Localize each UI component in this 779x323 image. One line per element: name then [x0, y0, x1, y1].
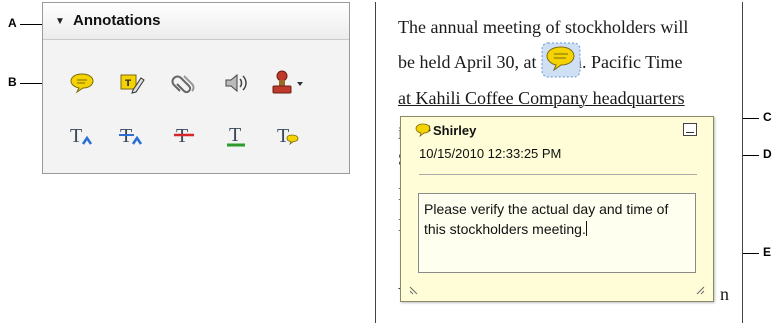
sticky-note-tool[interactable] [65, 68, 99, 98]
add-note-to-text-tool[interactable]: T [271, 120, 305, 150]
replace-text-tool[interactable]: T [115, 120, 149, 150]
svg-text:T: T [70, 125, 82, 147]
callout-c: C [763, 110, 772, 124]
doc-line-1: The annual meeting of stockholders will [398, 17, 689, 37]
replace-text-icon: T [119, 125, 143, 147]
strikethrough-icon: T [174, 125, 194, 147]
resize-grip-left-icon[interactable] [409, 285, 419, 295]
doc-line-3: at Kahili Coffee Company headquarters [398, 88, 685, 108]
panel-title: Annotations [73, 12, 161, 29]
underline-icon: T [227, 124, 245, 147]
minimize-button[interactable] [683, 123, 697, 136]
attach-file-icon [171, 75, 195, 94]
note-text-field[interactable]: Please verify the actual day and time of… [418, 193, 696, 273]
options-arrow-icon[interactable]: ↓ [427, 123, 432, 134]
text-edit-tool[interactable]: T [115, 68, 149, 98]
stamp-tool[interactable] [271, 68, 305, 98]
svg-text:T: T [277, 125, 289, 147]
strikethrough-tool[interactable]: T [167, 120, 201, 150]
text-caret [585, 221, 587, 236]
resize-grip-right-icon[interactable] [695, 285, 705, 295]
dropdown-arrow-icon [297, 82, 303, 86]
note-popup[interactable]: ↓ Shirley 10/15/2010 12:33:25 PM Please … [400, 116, 714, 302]
note-text: Please verify the actual day and time of… [424, 201, 669, 237]
callout-e: E [763, 245, 772, 259]
sticky-note-icon [70, 73, 94, 94]
note-datetime: 10/15/2010 12:33:25 PM [419, 146, 562, 161]
record-audio-tool[interactable] [219, 68, 253, 98]
insert-text-icon: T [70, 125, 93, 147]
callout-d: D [763, 147, 772, 161]
stamp-icon [272, 70, 303, 94]
collapse-triangle-icon[interactable]: ▼ [55, 16, 65, 27]
record-audio-icon [225, 73, 247, 93]
panel-header[interactable]: ▼ Annotations [43, 3, 349, 40]
note-divider [419, 174, 697, 175]
doc-line-9: n [720, 284, 729, 304]
attach-file-tool[interactable] [167, 68, 201, 98]
callout-b: B [8, 75, 17, 89]
callout-a-line [20, 24, 42, 25]
insert-text-tool[interactable]: T [65, 120, 99, 150]
underline-tool[interactable]: T [219, 120, 253, 150]
add-note-to-text-icon: T [277, 125, 299, 147]
callout-a: A [8, 16, 17, 30]
note-marker-icon[interactable] [539, 40, 583, 80]
note-author: Shirley [433, 123, 477, 138]
svg-text:T: T [229, 124, 241, 146]
svg-text:T: T [125, 79, 132, 89]
text-edit-icon: T [120, 74, 145, 94]
annotations-panel: ▼ Annotations T T T T [42, 2, 350, 174]
